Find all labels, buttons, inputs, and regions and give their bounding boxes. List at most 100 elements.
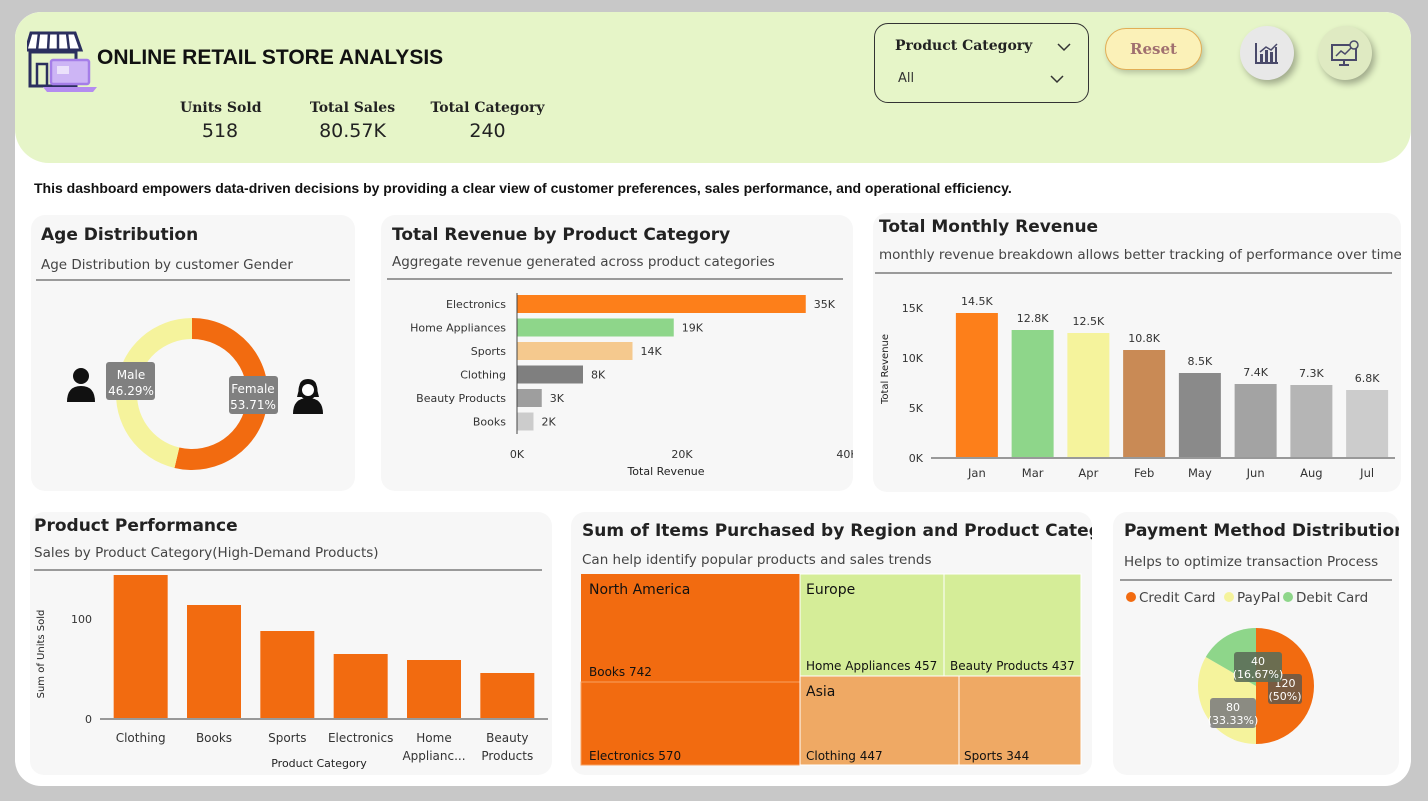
bar-electronics[interactable] (333, 654, 388, 719)
bar-value-label: 14.5K (961, 295, 993, 308)
bar-aug[interactable] (1290, 385, 1333, 458)
x-tick-label: 20K (671, 448, 693, 461)
x-axis-title: Product Category (271, 757, 367, 770)
x-axis-title: Total Revenue (626, 465, 704, 478)
bar-chart-icon (1255, 43, 1278, 64)
bar-value-label: 7.4K (1243, 366, 1268, 379)
category-tick-label: Beauty Products (416, 392, 506, 405)
product-performance-chart[interactable]: 0 100 Clothing Books Sports Electronics Home Ap… (30, 512, 552, 775)
x-tick-label: Aug (1300, 466, 1322, 480)
payment-method-pie-chart[interactable]: Credit Card PayPal Debit Card 120 (50%) … (1113, 512, 1399, 775)
treemap-item-label: Clothing 447 (806, 749, 883, 763)
bar-sports[interactable] (517, 342, 633, 360)
bar-books[interactable] (517, 412, 534, 431)
kpi-value: 80.57K (319, 120, 386, 142)
x-tick-label: Mar (1022, 466, 1044, 480)
treemap-group-label: Asia (806, 684, 835, 700)
treemap-group-asia[interactable]: Asia Clothing 447 Sports 344 (799, 675, 1082, 766)
bar-books[interactable] (187, 605, 241, 719)
female-name-label: Female (231, 382, 274, 396)
x-tick-label: Beauty (486, 731, 528, 745)
category-tick-label: Home Appliances (410, 322, 506, 335)
legend-label: Debit Card (1296, 590, 1368, 606)
bar-apr[interactable] (1067, 333, 1110, 458)
x-tick-label: Jul (1359, 466, 1374, 480)
category-tick-label: Sports (471, 345, 507, 358)
dashboard-description: This dashboard empowers data-driven deci… (34, 180, 1012, 196)
bar-value-label: 14K (641, 345, 663, 358)
bar-value-label: 8K (591, 369, 606, 382)
legend-label: PayPal (1237, 590, 1280, 606)
header-banner: ONLINE RETAIL STORE ANALYSIS Units Sold … (15, 12, 1411, 163)
treemap-group-europe[interactable]: Europe Home Appliances 457 Beauty Produc… (799, 573, 1082, 677)
bar-beauty-products[interactable] (480, 673, 535, 719)
y-axis-title: Sum of Units Sold (36, 610, 47, 699)
x-tick-label: Books (196, 731, 232, 745)
chevron-down-icon[interactable] (1057, 40, 1071, 54)
chevron-down-icon[interactable] (1050, 72, 1064, 86)
slicer-selected-value[interactable]: All (898, 71, 914, 86)
kpi-total-category: Total Category 240 (430, 100, 545, 142)
y-tick-label: 15K (902, 302, 924, 315)
presentation-view-button[interactable] (1318, 26, 1372, 80)
revenue-by-category-chart[interactable]: Electronics 35K Home Appliances 19K Sports 14… (381, 215, 853, 491)
category-tick-label: Electronics (446, 298, 506, 311)
bar-electronics[interactable] (517, 295, 806, 313)
treemap-group-north-america[interactable]: North America Books 742 Electronics 570 (580, 574, 801, 766)
app-title: ONLINE RETAIL STORE ANALYSIS (97, 46, 444, 69)
x-tick-label: Jun (1246, 466, 1265, 480)
product-category-slicer[interactable]: Product Category All (874, 23, 1089, 103)
kpi-label: Total Category (430, 100, 545, 116)
monthly-revenue-chart[interactable]: 0K 5K 10K 15K 14.5K Jan 12.8K Mar 12.5K Apr 10.8K F… (873, 213, 1401, 492)
bar-value-label: 8.5K (1188, 355, 1213, 368)
bar-beauty-products[interactable] (517, 389, 542, 407)
bar-jun[interactable] (1234, 384, 1277, 458)
y-tick-label: 5K (909, 402, 924, 415)
bar-mar[interactable] (1011, 330, 1054, 458)
y-tick-label: 0K (909, 452, 924, 465)
category-tick-label: Books (473, 416, 506, 429)
bar-sports[interactable] (260, 631, 315, 719)
bar-home-appliances[interactable] (517, 318, 674, 337)
treemap-item-label: Beauty Products 437 (950, 659, 1075, 673)
x-tick-label: Sports (268, 731, 306, 745)
debit-card-percent-label: (16.67%) (1233, 668, 1284, 681)
paypal-value-label: 80 (1226, 701, 1240, 714)
card-subtitle: Age Distribution by customer Gender (41, 257, 293, 273)
bar-jul[interactable] (1346, 390, 1389, 458)
male-name-label: Male (117, 368, 145, 382)
dashboard: ONLINE RETAIL STORE ANALYSIS Units Sold … (15, 12, 1411, 786)
store-logo-icon (23, 28, 99, 100)
bar-value-label: 6.8K (1355, 372, 1380, 385)
bar-value-label: 12.5K (1073, 315, 1105, 328)
legend-marker (1126, 592, 1136, 602)
y-tick-label: 0 (85, 713, 92, 726)
region-treemap-chart[interactable]: North America Books 742 Electronics 570 … (571, 512, 1092, 775)
reset-button[interactable]: Reset (1105, 28, 1202, 70)
bar-may[interactable] (1178, 373, 1221, 458)
x-tick-label: Jan (967, 466, 986, 480)
kpi-value: 240 (469, 120, 506, 142)
female-icon (293, 379, 323, 414)
credit-card-percent-label: (50%) (1268, 690, 1301, 703)
treemap-item-label: Books 742 (589, 665, 652, 679)
bar-clothing[interactable] (517, 365, 583, 384)
x-tick-label: Home (416, 731, 451, 745)
bar-home-applianc[interactable] (407, 660, 461, 719)
x-tick-label: Applianc... (402, 749, 465, 763)
age-distribution-card: Age Distribution Age Distribution by cus… (31, 215, 355, 491)
treemap-group-label: North America (589, 582, 690, 598)
region-treemap-card: Sum of Items Purchased by Region and Pro… (571, 512, 1092, 775)
x-tick-label: May (1188, 466, 1212, 480)
legend-marker (1224, 592, 1234, 602)
x-tick-label: Electronics (328, 731, 393, 745)
category-tick-label: Clothing (460, 369, 506, 382)
gender-donut-chart[interactable]: Male 46.29% Female 53.71% (31, 285, 355, 491)
bar-value-label: 3K (550, 392, 565, 405)
bar-feb[interactable] (1123, 350, 1166, 458)
chart-view-button[interactable] (1240, 26, 1294, 80)
bar-value-label: 35K (814, 298, 836, 311)
bar-jan[interactable] (955, 313, 998, 458)
bar-clothing[interactable] (113, 575, 168, 719)
bar-value-label: 7.3K (1299, 367, 1324, 380)
